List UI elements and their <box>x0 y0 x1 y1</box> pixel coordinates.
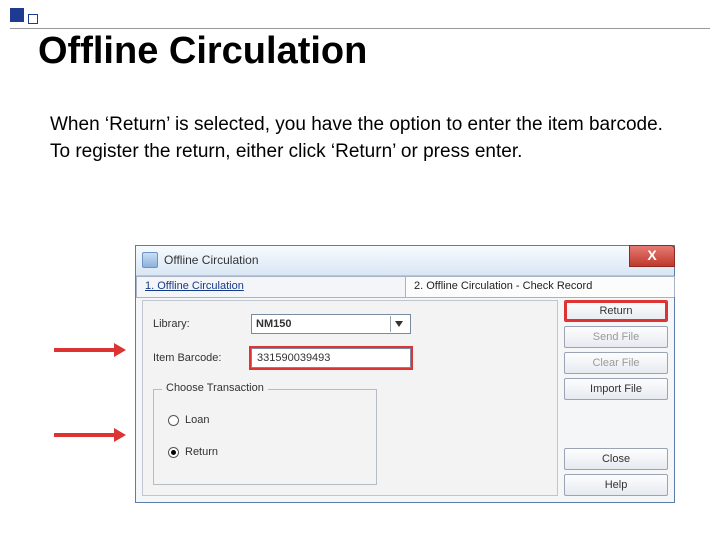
library-label: Library: <box>153 318 243 330</box>
close-button[interactable]: X <box>629 245 675 267</box>
clear-file-button[interactable]: Clear File <box>564 352 668 374</box>
radio-return[interactable]: Return <box>168 440 362 464</box>
title-bar: Offline Circulation X <box>136 246 674 276</box>
send-file-button[interactable]: Send File <box>564 326 668 348</box>
close-button-panel[interactable]: Close <box>564 448 668 470</box>
page-title: Offline Circulation <box>38 30 367 73</box>
tab-check-record[interactable]: 2. Offline Circulation - Check Record <box>405 276 675 297</box>
transaction-group: Choose Transaction Loan Return <box>153 389 377 485</box>
window-title: Offline Circulation <box>164 253 259 267</box>
library-value: NM150 <box>256 318 291 330</box>
barcode-value: 331590039493 <box>257 352 330 364</box>
return-button[interactable]: Return <box>564 300 668 322</box>
radio-icon <box>168 415 179 426</box>
arrow-icon <box>54 345 126 355</box>
radio-icon <box>168 447 179 458</box>
library-select[interactable]: NM150 <box>251 314 411 334</box>
radio-loan[interactable]: Loan <box>168 408 362 432</box>
arrow-icon <box>54 430 126 440</box>
chevron-down-icon <box>390 316 406 332</box>
app-window: Offline Circulation X 1. Offline Circula… <box>135 245 675 503</box>
group-legend: Choose Transaction <box>162 382 268 394</box>
barcode-label: Item Barcode: <box>153 352 243 364</box>
tab-offline-circulation[interactable]: 1. Offline Circulation <box>136 276 406 297</box>
import-file-button[interactable]: Import File <box>564 378 668 400</box>
tab-strip: 1. Offline Circulation 2. Offline Circul… <box>136 276 674 298</box>
button-column: Return Send File Clear File Import File … <box>564 300 668 496</box>
radio-loan-label: Loan <box>185 414 209 426</box>
radio-return-label: Return <box>185 446 218 458</box>
help-button[interactable]: Help <box>564 474 668 496</box>
app-icon <box>142 252 158 268</box>
barcode-input[interactable]: 331590039493 <box>251 348 411 368</box>
body-text: When ‘Return’ is selected, you have the … <box>50 112 680 165</box>
close-icon: X <box>647 247 656 263</box>
form-panel: Library: NM150 Item Barcode: 33159003949… <box>142 300 558 496</box>
